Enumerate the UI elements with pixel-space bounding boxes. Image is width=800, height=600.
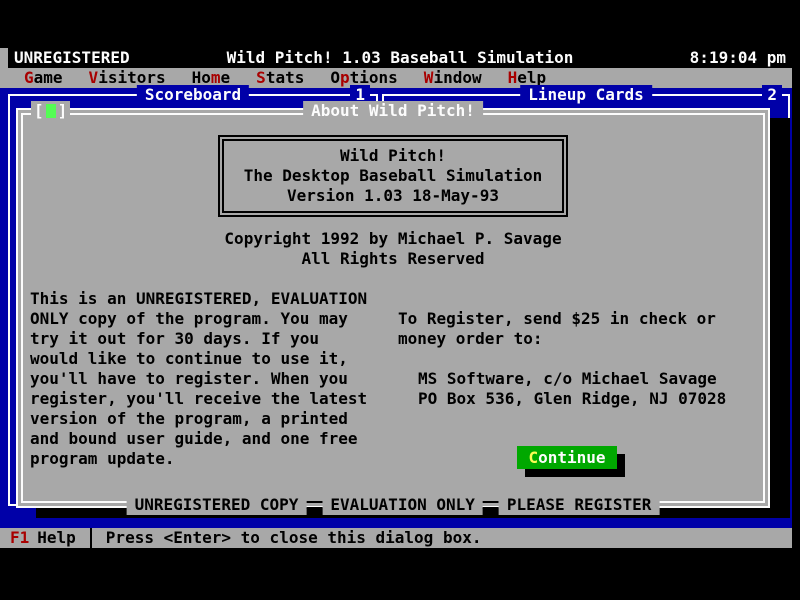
dialog-footer: UNREGISTERED COPY EVALUATION ONLY PLEASE…	[127, 495, 660, 515]
menu-item-window[interactable]: Window	[424, 68, 482, 88]
status-separator	[90, 528, 92, 548]
footer-please-register: PLEASE REGISTER	[499, 495, 660, 515]
scoreboard-window-title: Scoreboard	[137, 85, 249, 105]
lineup-cards-window-title: Lineup Cards	[520, 85, 652, 105]
footer-unregistered-copy: UNREGISTERED COPY	[127, 495, 307, 515]
register-address: MS Software, c/o Michael Savage PO Box 5…	[418, 369, 726, 409]
double-line-separator-icon	[306, 501, 322, 509]
register-instructions: To Register, send $25 in check or money …	[398, 309, 716, 349]
lineup-cards-window-number: 2	[762, 85, 782, 105]
title-bar-gutter	[0, 48, 8, 68]
desktop: Scoreboard 1 Lineup Cards 2 [] About Wil…	[0, 88, 792, 528]
about-dialog: [] About Wild Pitch! Wild Pitch! The Des…	[16, 108, 770, 508]
registration-status: UNREGISTERED	[14, 48, 130, 68]
program-info-box: Wild Pitch! The Desktop Baseball Simulat…	[218, 135, 568, 217]
menu-bar: Game Visitors Home Stats Options Window …	[0, 68, 792, 88]
menu-item-game[interactable]: Game	[24, 68, 63, 88]
close-icon	[46, 104, 56, 118]
clock: 8:19:04 pm	[690, 48, 786, 68]
app-title: Wild Pitch! 1.03 Baseball Simulation	[227, 48, 574, 68]
footer-evaluation-only: EVALUATION ONLY	[322, 495, 483, 515]
evaluation-notice-text: This is an UNREGISTERED, EVALUATION ONLY…	[30, 289, 367, 469]
f1-help-key[interactable]: F1	[10, 528, 29, 548]
menu-item-stats[interactable]: Stats	[256, 68, 304, 88]
dialog-title: About Wild Pitch!	[303, 101, 483, 121]
f1-help-label[interactable]: Help	[37, 528, 76, 548]
status-message: Press <Enter> to close this dialog box.	[106, 528, 482, 548]
continue-button[interactable]: Continue	[517, 446, 617, 469]
title-bar: UNREGISTERED Wild Pitch! 1.03 Baseball S…	[8, 48, 792, 68]
close-button[interactable]: []	[31, 101, 70, 121]
copyright-text: Copyright 1992 by Michael P. Savage All …	[23, 229, 763, 269]
status-bar: F1 Help Press <Enter> to close this dial…	[0, 528, 792, 548]
double-line-separator-icon	[483, 501, 499, 509]
